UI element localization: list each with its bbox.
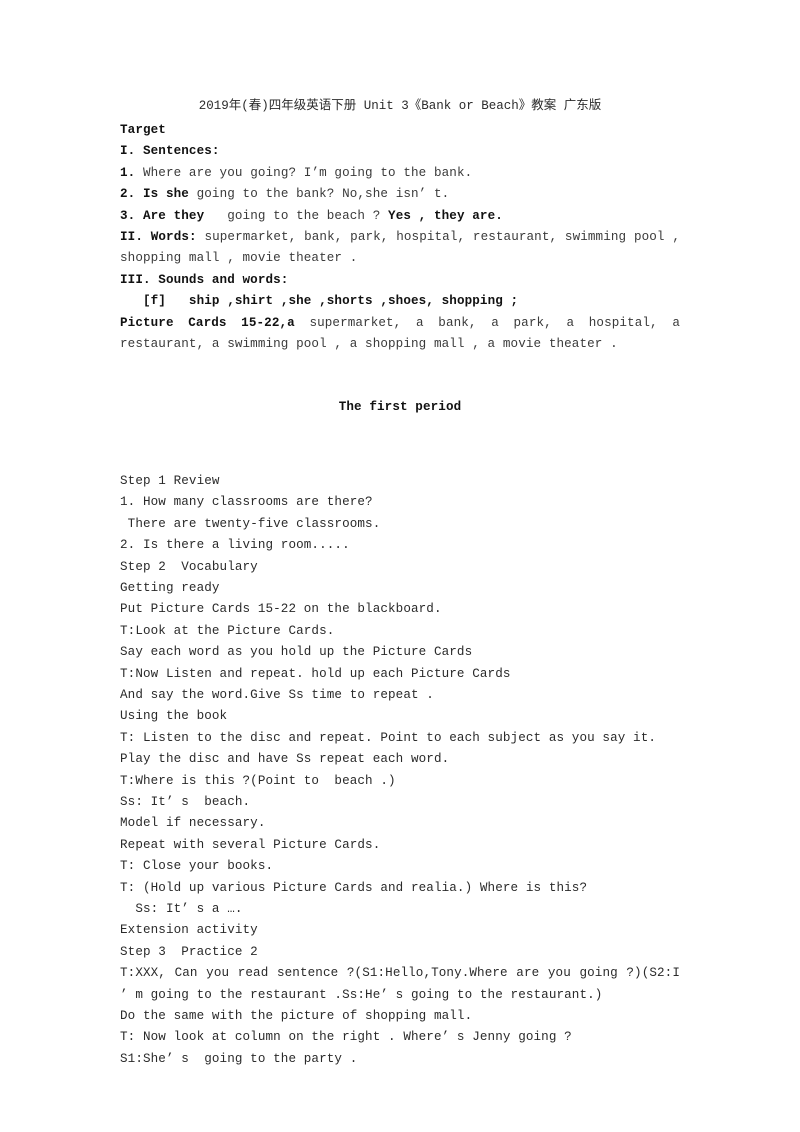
heading-sentences: I. Sentences: [120,144,220,159]
body-line: Say each word as you hold up the Picture… [120,645,473,660]
tail-line: Do the same with the picture of shopping… [120,1009,473,1024]
heading-first-period: The first period [338,400,462,415]
document-page: 2019年(春)四年级英语下册 Unit 3《Bank or Beach》教案 … [0,0,800,1132]
body-line: T:Where is this ?(Point to beach .) [120,773,396,788]
body-line: 1. How many classrooms are there? [120,495,373,510]
document-content: 2019年(春)四年级英语下册 Unit 3《Bank or Beach》教案 … [120,96,680,1070]
spacer-after-period [120,419,680,471]
practice-dialogue-line: T:XXX, Can you read sentence ?(S1:Hello,… [120,966,680,1002]
heading-sounds-and-words: III. Sounds and words: [120,272,289,287]
body-line: T:Now Listen and repeat. hold up each Pi… [120,666,511,681]
sentence-3-mid: going to the beach ? [204,208,389,223]
body-line: Ss: It’ s a …. [120,902,243,916]
body-line: Put Picture Cards 15-22 on the blackboar… [120,602,442,617]
body-line: Play the disc and have Ss repeat each wo… [120,752,450,767]
sentence-1-text: Where are you going? I’m going to the ba… [142,165,473,180]
words-section: II. Words: supermarket, bank, park, hosp… [120,227,680,270]
body-line: There are twenty-five classrooms. [120,516,381,531]
body-line: Step 3 Practice 2 [120,944,258,959]
spacer-before-period [120,355,680,397]
sentence-2-bold: Is she [142,187,189,202]
tail-line: S1:She’ s going to the party . [120,1051,358,1066]
sentence-3-bold2: Yes , they are. [388,208,503,223]
body-line: And say the word.Give Ss time to repeat … [120,687,434,702]
words-list: supermarket, bank, park, hospital, resta… [120,230,680,266]
sentence-3-number: 3. [120,208,143,223]
body-line: T: Listen to the disc and repeat. Point … [120,730,657,745]
body-line: Repeat with several Picture Cards. [120,837,381,852]
sentence-item-2: 2. Is she going to the bank? No,she isn’… [120,184,680,205]
body-line: Step 2 Vocabulary [120,559,258,574]
body-line: Model if necessary. [120,816,266,831]
sentence-item-3: 3. Are they going to the beach ? Yes , t… [120,206,680,227]
sentence-item-1: 1. Where are you going? I’m going to the… [120,163,680,184]
picture-cards-section: Picture Cards 15-22,a supermarket, a ban… [120,313,680,356]
body-line: T:Look at the Picture Cards. [120,623,335,638]
document-title: 2019年(春)四年级英语下册 Unit 3《Bank or Beach》教案 … [198,99,602,113]
body-line: Extension activity [120,923,258,938]
body-line: 2. Is there a living room..... [120,538,350,553]
body-line: Using the book [120,709,228,724]
body-line: Getting ready [120,580,220,595]
sentence-1-number: 1. [120,165,143,180]
sounds-phoneme-line: [f] ship ,shirt ,she ,shorts ,shoes, sho… [120,294,519,309]
body-line: T: (Hold up various Picture Cards and re… [120,880,588,895]
words-label: II. Words: [120,230,197,245]
body-line: T: Close your books. [120,859,274,874]
body-line: Step 1 Review [120,473,220,488]
sentence-2-rest: going to the bank? No,she isn’ t. [188,187,450,202]
sentence-2-number: 2. [120,187,143,202]
tail-line: T: Now look at column on the right . Whe… [120,1030,572,1045]
picture-cards-label: Picture Cards 15-22,a [120,315,295,330]
body-line: Ss: It’ s beach. [120,794,251,809]
heading-target: Target [120,123,166,137]
sentence-3-bold: Are they [142,208,205,223]
